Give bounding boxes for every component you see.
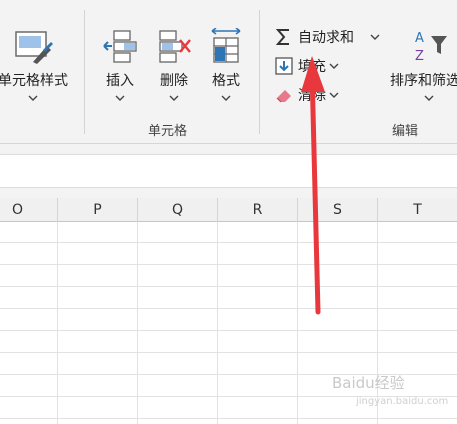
chevron-down-icon [370,34,380,40]
editing-group-label: 编辑 [392,124,419,139]
grid-line [0,242,457,243]
column-header-r[interactable]: R [218,198,298,222]
cell-styles-label: 单元格样式 [0,73,68,89]
column-header-s[interactable]: S [298,198,378,222]
clear-button[interactable]: 清除 [274,84,339,106]
chevron-down-icon [329,92,339,98]
chevron-down-icon [169,95,179,101]
column-header-o[interactable]: O [0,198,58,222]
column-header-q[interactable]: Q [138,198,218,222]
grid-line [137,222,138,424]
insert-button[interactable]: 插入 [96,22,144,112]
delete-button[interactable]: 删除 [150,22,198,112]
worksheet-grid[interactable] [0,222,457,424]
ribbon: 单元格样式 插入 删除 格式 单元格 自动求和 填充 清除 A Z 排序和筛选 … [0,0,457,144]
svg-text:A: A [415,31,424,46]
delete-cells-icon [159,30,191,63]
svg-text:Z: Z [415,49,424,64]
grid-line [0,418,457,419]
grid-line [0,330,457,331]
eraser-icon [276,90,291,103]
chevron-down-icon [329,63,339,69]
column-header-row: O P Q R S T [0,198,457,222]
grid-line [0,286,457,287]
chevron-down-icon [424,95,434,101]
grid-line [217,222,218,424]
cells-group-label: 单元格 [148,124,188,139]
chevron-down-icon [115,95,125,101]
formula-bar[interactable] [0,154,457,188]
fill-down-icon [275,57,293,75]
grid-line [0,264,457,265]
sort-filter-icon: A Z [415,31,447,64]
watermark: Baidu经验 [332,374,405,392]
sort-filter-button[interactable]: A Z 排序和筛选 [386,22,457,112]
column-header-t[interactable]: T [378,198,457,222]
cell-styles-button[interactable]: 单元格样式 [0,22,74,112]
sort-filter-label: 排序和筛选 [390,73,457,89]
clear-label: 清除 [298,88,326,104]
insert-cells-icon [103,30,137,63]
column-header-p[interactable]: P [58,198,138,222]
fill-button[interactable]: 填充 [274,55,339,77]
group-separator [259,10,260,134]
delete-label: 删除 [160,73,188,89]
ribbon-bottom-band [0,144,457,154]
format-label: 格式 [212,73,240,89]
grid-line [0,308,457,309]
grid-line [0,352,457,353]
format-cells-icon [211,28,241,63]
group-separator [84,10,85,134]
insert-label: 插入 [106,73,134,89]
fill-label: 填充 [298,59,326,75]
sigma-icon [275,29,289,45]
grid-line [57,222,58,424]
grid-line [297,222,298,424]
grid-line [377,222,378,424]
chevron-down-icon [221,95,231,101]
cell-styles-icon [15,31,53,64]
header-band [0,188,457,198]
autosum-label: 自动求和 [298,30,354,46]
watermark-url: jingyan.baidu.com [356,396,449,407]
chevron-down-icon [28,95,38,101]
autosum-button[interactable]: 自动求和 [274,26,380,48]
format-button[interactable]: 格式 [202,22,250,112]
